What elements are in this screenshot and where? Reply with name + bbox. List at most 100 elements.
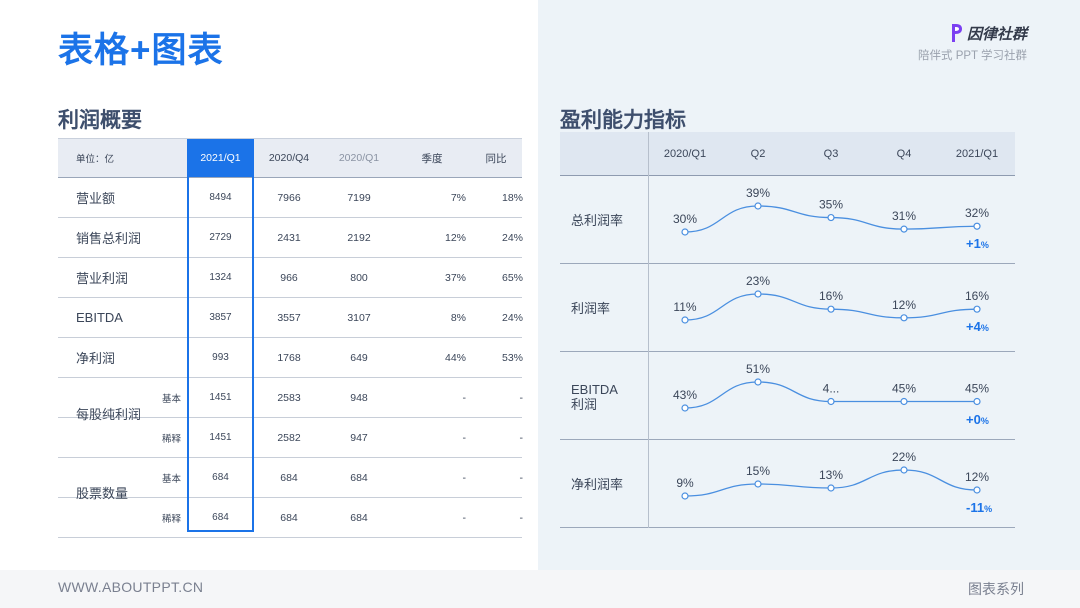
data-label: 35%: [819, 198, 843, 212]
data-label: 16%: [819, 289, 843, 303]
table-cell: -: [462, 431, 467, 444]
data-point: [827, 484, 835, 492]
data-label: 15%: [746, 464, 770, 478]
metrics-column-header: 2021/Q1: [955, 147, 999, 160]
metrics-column-header: Q4: [896, 147, 912, 160]
table-cell: 65%: [501, 271, 523, 284]
table-cell: -: [519, 391, 524, 404]
change-unit: %: [984, 504, 993, 514]
row-label: 营业额: [76, 191, 116, 206]
profit-summary-table: 单位：亿 2021/Q1 2020/Q4 2020/Q1 季度 同比 营业额 84…: [58, 138, 524, 538]
change-unit: %: [980, 415, 989, 426]
group-label: 股票数量: [76, 486, 129, 501]
metrics-header: 2020/Q1 Q2 Q3 Q4 2021/Q1: [560, 132, 1015, 176]
logo: 因律社群: [950, 22, 1027, 44]
row-sublabel: 基本: [162, 473, 182, 485]
data-label: 12%: [892, 298, 916, 312]
right-section-title: 盈利能力指标: [560, 109, 686, 132]
change-unit: %: [980, 323, 989, 334]
table-cell: 649: [350, 351, 368, 364]
data-label: 43%: [673, 388, 697, 402]
data-label: 32%: [965, 206, 989, 220]
data-label: 22%: [892, 450, 916, 464]
column-header: 2021/Q1: [200, 152, 241, 164]
change-indicator: -11%: [966, 500, 992, 515]
column-divider: [648, 132, 649, 528]
table-cell: 8%: [450, 311, 466, 324]
change-value: +1: [966, 236, 981, 252]
table-cell: 24%: [501, 231, 523, 244]
table-row: 稀释 1451 2582 947- -: [58, 418, 524, 458]
change-indicator: +1%: [966, 236, 989, 251]
table-cell: 966: [280, 271, 298, 284]
table-cell: 44%: [444, 351, 466, 364]
table-row: 净利润 993 1768 649 44% 53%: [58, 338, 523, 378]
table-cell: 684: [280, 471, 298, 484]
metric-row: 净利润率 9% 15% 13% 22% 12% -11%: [560, 440, 1015, 528]
metric-sparkline: 30% 39% 35% 31% 32%: [673, 186, 989, 236]
table-cell: 7199: [347, 191, 371, 204]
data-label: 11%: [673, 300, 696, 314]
data-label: 39%: [746, 186, 770, 200]
metric-row: EBITDA 利润 43% 51% 4... 45% 45% +0%: [560, 352, 1015, 440]
metric-sparkline: 43% 51% 4... 45% 45%: [673, 362, 989, 412]
column-header: 同比: [485, 152, 507, 165]
data-point: [900, 314, 908, 322]
table-cell: 2583: [277, 391, 301, 404]
table-cell: -: [462, 511, 467, 524]
group-label: 每股纯利润: [76, 407, 142, 422]
table-cell: -: [519, 511, 524, 524]
table-cell: 800: [350, 271, 368, 284]
table-cell: 2582: [277, 431, 301, 444]
change-indicator: +4%: [966, 319, 989, 334]
data-point: [681, 316, 689, 324]
data-point: [681, 492, 689, 500]
table-cell: 1768: [277, 351, 301, 364]
table-cell: 2192: [347, 231, 371, 244]
table-header: 单位：亿 2021/Q1 2020/Q4 2020/Q1 季度 同比: [58, 138, 522, 178]
table-cell: -: [462, 391, 467, 404]
table-cell: -: [519, 431, 524, 444]
change-unit: %: [980, 240, 989, 251]
data-point: [754, 290, 762, 298]
row-label: 净利润: [76, 351, 116, 366]
table-cell: 684: [280, 511, 298, 524]
table-cell: 3557: [277, 311, 301, 324]
data-point: [754, 202, 762, 210]
footer-url: WWW.ABOUTPPT.CN: [58, 579, 204, 595]
data-label: 51%: [746, 362, 770, 376]
metrics-body: 总利润率 30% 39% 35% 31% 32% +1% 利润率 11% 23% 16% 12% 16%…: [560, 176, 1015, 528]
table-cell: -: [462, 471, 467, 484]
data-point: [681, 228, 689, 236]
data-point: [754, 378, 762, 386]
change-value: +4: [966, 319, 981, 335]
table-cell: 948: [350, 391, 368, 404]
table-cell: 37%: [444, 271, 466, 284]
data-label: 45%: [892, 382, 916, 396]
data-point: [973, 305, 981, 313]
left-section-title: 利润概要: [58, 109, 142, 132]
row-label: 销售总利润: [76, 231, 142, 246]
data-label: 23%: [746, 274, 770, 288]
footer-series: 图表系列: [968, 581, 1024, 597]
row-sublabel: 稀释: [162, 433, 182, 445]
metric-sparkline: 9% 15% 13% 22% 12%: [676, 450, 989, 500]
table-row: 营业利润 1324 966 800 37% 65%: [58, 258, 523, 298]
change-indicator: +0%: [966, 412, 989, 427]
data-label: 13%: [819, 468, 843, 482]
data-label: 31%: [892, 209, 916, 223]
data-label: 12%: [965, 470, 989, 484]
logo-icon: [952, 24, 962, 42]
table-cell: 947: [350, 431, 368, 444]
row-label: EBITDA: [76, 310, 123, 325]
table-cell: 53%: [501, 351, 523, 364]
metrics-column-header: Q2: [750, 147, 766, 160]
data-label: 16%: [965, 289, 989, 303]
data-point: [900, 225, 908, 233]
data-point: [900, 466, 908, 474]
metrics-column-header: Q3: [823, 147, 839, 160]
row-sublabel: 稀释: [162, 513, 182, 525]
data-point: [973, 222, 981, 230]
data-label: 9%: [676, 476, 694, 490]
row-sublabel: 基本: [162, 393, 182, 405]
